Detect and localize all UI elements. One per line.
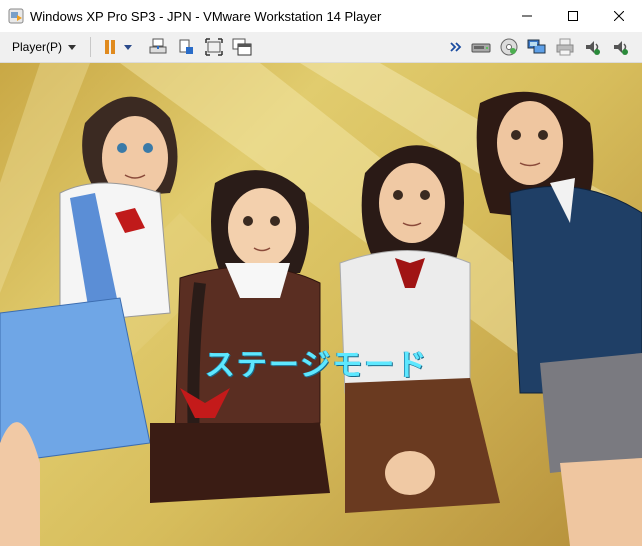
toolbar-divider [90,37,92,57]
sound-card-2-icon [614,41,628,55]
title-bar[interactable]: Windows XP Pro SP3 - JPN - VMware Workst… [0,0,642,32]
close-button[interactable] [596,0,642,32]
maximize-icon [568,11,578,21]
pause-dropdown-button[interactable] [123,36,133,58]
dropdown-caret-icon [124,44,133,50]
pause-button[interactable] [99,36,121,58]
player-menu-label: Player(P) [12,40,63,54]
more-devices-button[interactable] [448,36,464,58]
vmware-toolbar: Player(P) [0,32,642,63]
unity-icon [179,39,194,54]
hard-disk-device[interactable] [470,36,492,58]
maximize-button[interactable] [550,0,596,32]
chevron-down-icon [68,44,77,50]
unity-button[interactable] [175,36,197,58]
minimize-icon [522,15,532,17]
sound-card-icon [586,41,600,55]
window-title: Windows XP Pro SP3 - JPN - VMware Workst… [30,8,382,24]
pause-icon [105,40,116,54]
title-screen-illustration [0,63,642,546]
cd-dvd-icon [500,38,518,56]
stage-mode-menu-item[interactable]: ステージモード [205,340,428,384]
printer-icon [556,38,574,56]
network-adapter-icon [527,39,546,54]
more-chevron-icon [450,42,462,52]
send-ctrl-alt-del-icon [149,38,167,54]
player-menu[interactable]: Player(P) [8,36,80,58]
character-girl-white-blouse [339,145,500,513]
full-screen-icon [232,38,252,56]
sound-card-2-device[interactable] [610,36,632,58]
hard-disk-icon [471,43,491,53]
minimize-button[interactable] [504,0,550,32]
fit-window-button[interactable] [203,36,225,58]
guest-screen[interactable]: ステージモード [0,63,642,546]
printer-device[interactable] [554,36,576,58]
full-screen-button[interactable] [231,36,253,58]
send-ctrl-alt-del-button[interactable] [147,36,169,58]
close-icon [614,11,624,21]
sound-card-device[interactable] [582,36,604,58]
vmware-player-icon [8,8,24,24]
fit-window-icon [205,38,223,56]
cd-dvd-device[interactable] [498,36,520,58]
network-adapter-device[interactable] [526,36,548,58]
